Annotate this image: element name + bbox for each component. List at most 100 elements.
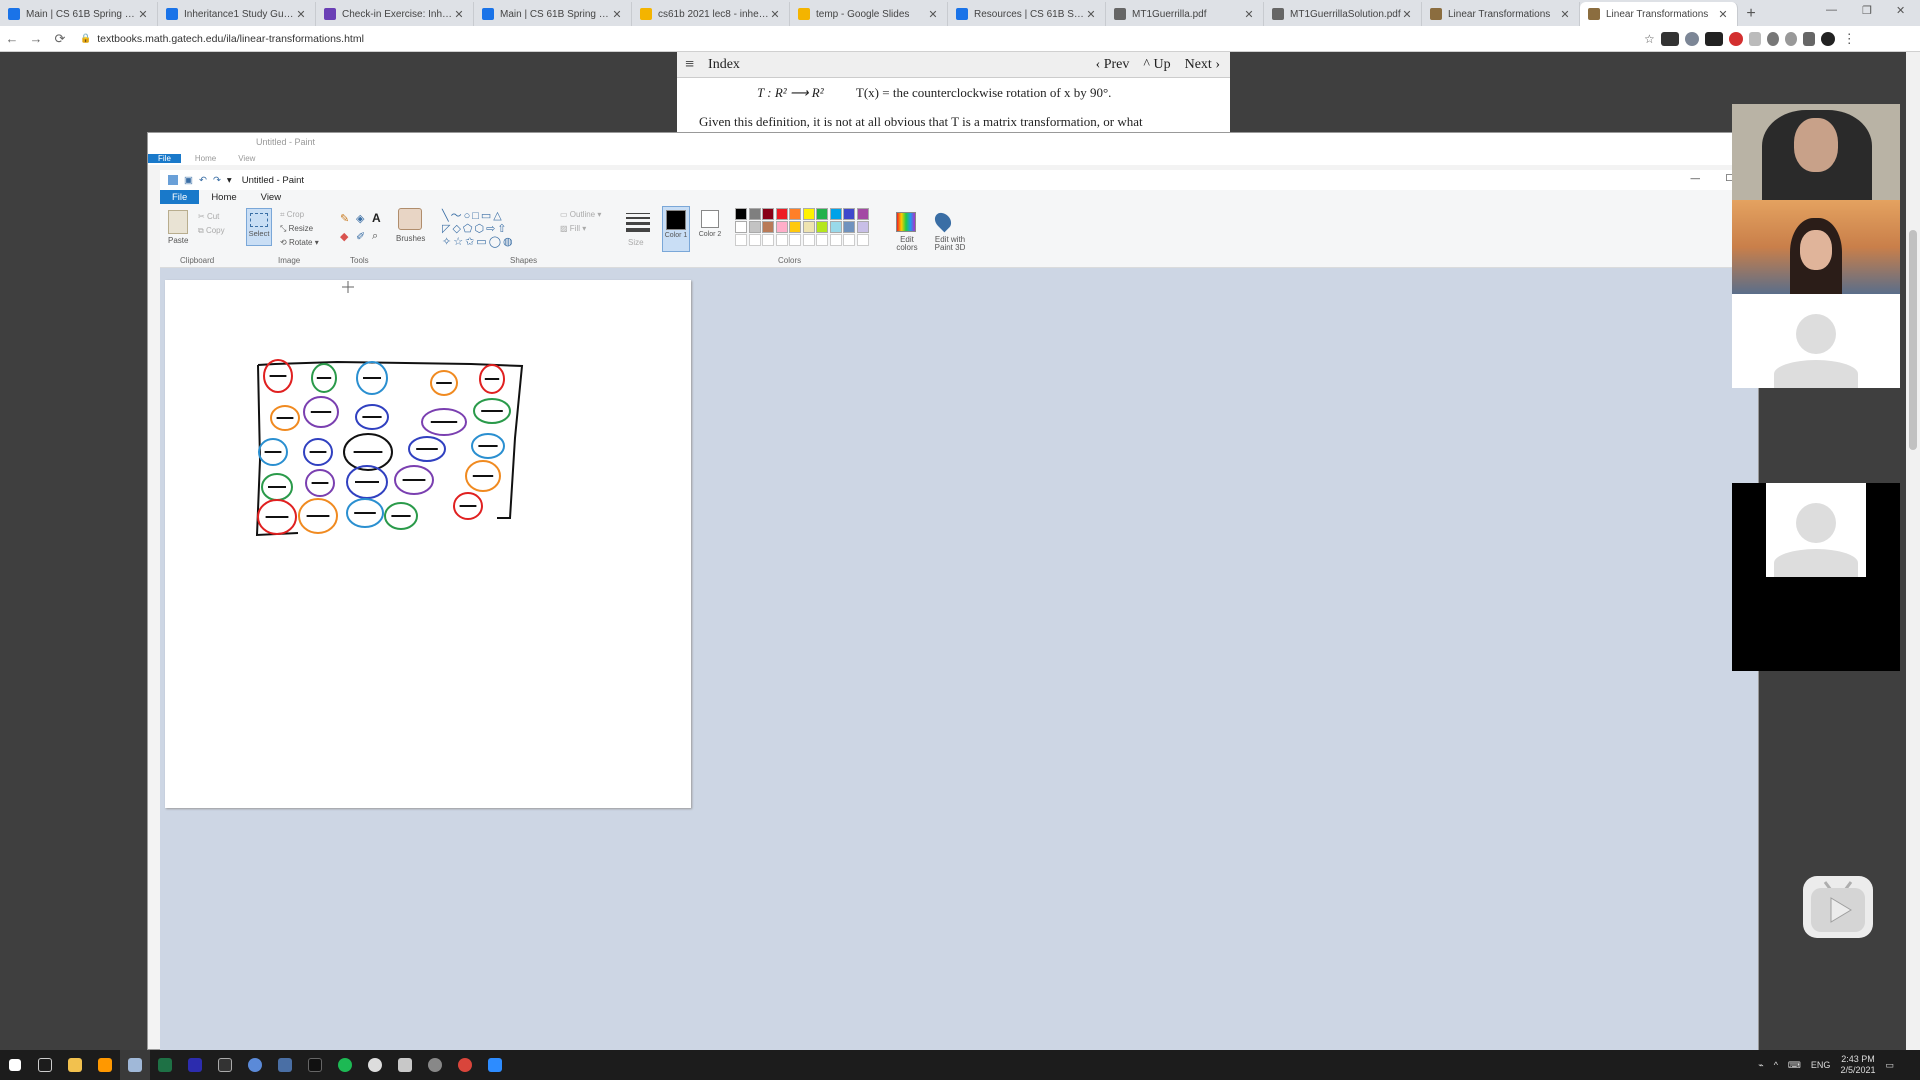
browser-tab[interactable]: Check-in Exercise: Inheritan✕: [316, 2, 474, 26]
palette-swatch[interactable]: [789, 208, 801, 220]
new-tab-button[interactable]: +: [1738, 2, 1764, 26]
file-explorer-icon[interactable]: [60, 1050, 90, 1080]
palette-swatch[interactable]: [843, 221, 855, 233]
menu-icon[interactable]: ≡: [685, 56, 694, 74]
palette-swatch[interactable]: [775, 208, 788, 220]
extension-icon[interactable]: [1766, 31, 1779, 46]
rotate-button[interactable]: ⟲ Rotate ▾: [280, 238, 319, 247]
terminal-icon[interactable]: [210, 1050, 240, 1080]
pencil-icon[interactable]: ✎: [340, 212, 349, 225]
browser-tab[interactable]: Inheritance1 Study Guide | ✕: [158, 2, 316, 26]
outer-menu-view[interactable]: View: [230, 154, 263, 163]
browser-tab[interactable]: Main | CS 61B Spring 2021 ✕: [0, 2, 158, 26]
fill-bucket-icon[interactable]: ◈: [356, 212, 364, 225]
profile-avatar[interactable]: [1820, 31, 1835, 46]
extension-icon[interactable]: [1748, 31, 1761, 46]
tab-close-icon[interactable]: ✕: [295, 8, 307, 21]
excel-icon[interactable]: [150, 1050, 180, 1080]
palette-swatch[interactable]: [735, 208, 747, 220]
palette-swatch[interactable]: [829, 221, 842, 233]
extension-icon[interactable]: [1660, 31, 1679, 46]
palette-swatch[interactable]: [816, 221, 828, 233]
tab-close-icon[interactable]: ✕: [453, 8, 465, 21]
resize-button[interactable]: ⤡ Resize: [280, 224, 313, 234]
video-tile-2[interactable]: [1732, 200, 1900, 294]
custom-swatch[interactable]: [775, 234, 788, 246]
paste-button[interactable]: Paste: [168, 236, 188, 245]
prev-link[interactable]: ‹ Prev: [1096, 57, 1130, 73]
maximize-icon[interactable]: ❐: [1862, 4, 1872, 17]
tab-close-icon[interactable]: ✕: [1717, 8, 1729, 21]
palette-swatch[interactable]: [762, 221, 774, 233]
start-button[interactable]: [0, 1050, 30, 1080]
up-link[interactable]: ^ Up: [1143, 57, 1170, 73]
address-bar[interactable]: 🔒 textbooks.math.gatech.edu/ila/linear-t…: [80, 29, 1640, 49]
browser-tab[interactable]: cs61b 2021 lec8 - inheritan ✕: [632, 2, 790, 26]
eraser-icon[interactable]: ◆: [340, 230, 348, 243]
paste-icon[interactable]: [168, 210, 188, 234]
zoom-icon[interactable]: [480, 1050, 510, 1080]
tab-close-icon[interactable]: ✕: [1085, 8, 1097, 21]
palette-swatch[interactable]: [829, 208, 842, 220]
spotify-icon[interactable]: [330, 1050, 360, 1080]
browser-icon[interactable]: [240, 1050, 270, 1080]
palette-swatch[interactable]: [762, 208, 774, 220]
menu-dots-icon[interactable]: ⋮: [1843, 31, 1856, 47]
reload-icon[interactable]: ⟳: [48, 31, 72, 47]
undo-icon[interactable]: ↶: [199, 175, 207, 186]
calculator-icon[interactable]: [270, 1050, 300, 1080]
forward-icon[interactable]: →: [24, 31, 48, 46]
tab-close-icon[interactable]: ✕: [1401, 8, 1413, 21]
tab-close-icon[interactable]: ✕: [927, 8, 939, 21]
browser-tab[interactable]: temp - Google Slides ✕: [790, 2, 948, 26]
paint3d-icon[interactable]: [931, 209, 955, 233]
quick-access-dropdown-icon[interactable]: ▾: [227, 175, 232, 186]
network-icon[interactable]: ⌁: [1758, 1060, 1763, 1071]
custom-swatch[interactable]: [789, 234, 801, 246]
video-tile-1[interactable]: [1732, 104, 1900, 200]
palette-swatch[interactable]: [802, 208, 815, 220]
custom-swatch[interactable]: [735, 234, 747, 246]
text-tool-icon[interactable]: A: [372, 211, 381, 225]
page-scrollbar[interactable]: [1906, 52, 1920, 1050]
paint-canvas[interactable]: [165, 280, 691, 808]
palette-swatch[interactable]: [856, 221, 869, 233]
custom-swatch[interactable]: [829, 234, 842, 246]
chrome-icon[interactable]: [360, 1050, 390, 1080]
video-tile-4[interactable]: [1732, 483, 1900, 671]
tab-close-icon[interactable]: ✕: [611, 8, 623, 21]
bookmark-star-icon[interactable]: ☆: [1644, 32, 1655, 46]
brushes-button[interactable]: Brushes: [396, 234, 425, 243]
tab-close-icon[interactable]: ✕: [1559, 8, 1571, 21]
tab-close-icon[interactable]: ✕: [769, 8, 781, 21]
minimize-icon[interactable]: —: [1826, 4, 1837, 16]
crop-button[interactable]: ⌗ Crop: [280, 210, 304, 220]
color-picker-icon[interactable]: ✐: [356, 230, 365, 243]
browser-tab[interactable]: Resources | CS 61B Spring ✕: [948, 2, 1106, 26]
custom-swatch[interactable]: [748, 234, 761, 246]
browser-tab[interactable]: MT1GuerrillaSolution.pdf ✕: [1264, 2, 1422, 26]
task-view-icon[interactable]: [30, 1050, 60, 1080]
palette-swatch[interactable]: [789, 221, 801, 233]
redo-icon[interactable]: ↷: [213, 175, 221, 186]
app-icon[interactable]: [300, 1050, 330, 1080]
close-window-icon[interactable]: ✕: [1896, 4, 1905, 17]
edit-colors-button[interactable]: Edit colors: [892, 236, 922, 252]
index-link[interactable]: Index: [708, 57, 740, 73]
outer-menu-file[interactable]: File: [148, 153, 181, 163]
custom-swatch[interactable]: [856, 234, 869, 246]
custom-swatch[interactable]: [843, 234, 855, 246]
app-icon[interactable]: [390, 1050, 420, 1080]
palette-swatch[interactable]: [816, 208, 828, 220]
play-button[interactable]: [1803, 876, 1873, 938]
edit-with-paint3d-button[interactable]: Edit with Paint 3D: [930, 236, 970, 252]
back-icon[interactable]: ←: [0, 31, 24, 46]
shapes-gallery[interactable]: ╲〜○□▭△ ◸◇⬠⬡⇨⇧ ✧☆✩▭◯◍: [442, 210, 552, 250]
language-indicator[interactable]: ENG: [1811, 1060, 1831, 1070]
size-button[interactable]: Size: [628, 238, 644, 247]
browser-tab[interactable]: Main | CS 61B Spring 2021 ✕: [474, 2, 632, 26]
size-icon[interactable]: [626, 210, 650, 235]
menu-view[interactable]: View: [249, 192, 293, 203]
menu-file[interactable]: File: [160, 190, 200, 204]
tab-close-icon[interactable]: ✕: [1243, 8, 1255, 21]
